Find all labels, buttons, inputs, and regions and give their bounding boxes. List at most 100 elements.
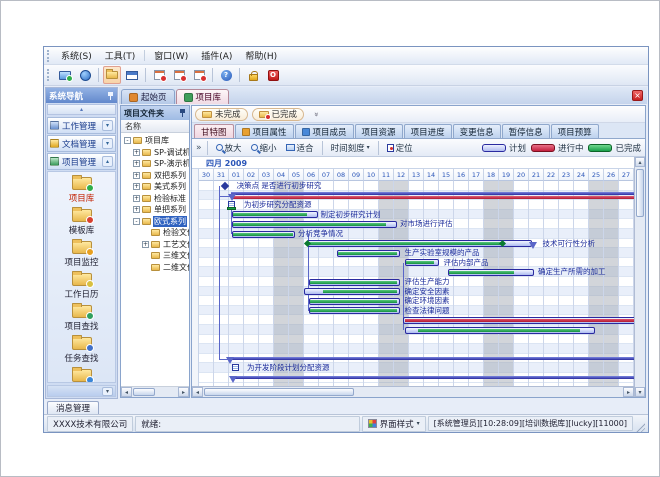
filter-finished-button[interactable]: 已完成 [252, 108, 305, 121]
tab-changes[interactable]: 变更信息 [453, 124, 501, 138]
sidebar-group-work-manage[interactable]: 工作管理▾ [47, 117, 116, 134]
scroll-down-icon[interactable]: ▾ [635, 387, 645, 397]
tree-column-header[interactable]: 名称 [121, 120, 189, 133]
tab-gantt[interactable]: 甘特图 [194, 124, 234, 138]
tree-node-double-handle-series[interactable]: +双把系列 [123, 170, 189, 182]
tree-node-european-series[interactable]: -欧式系列 [123, 216, 189, 228]
sidebar-item-work-calendar[interactable]: 工作日历 [48, 271, 115, 303]
scroll-right-icon[interactable]: ▸ [623, 387, 634, 397]
sidebar-item-project-monitor[interactable]: 项目监控 [48, 239, 115, 271]
sidebar-item-template-library[interactable]: 模板库 [48, 207, 115, 239]
sidebar-collapse-button[interactable]: ▴ [47, 104, 116, 115]
sidebar-item-task-search[interactable]: 任务查找 [48, 335, 115, 367]
milestone-diamond[interactable] [220, 181, 228, 189]
zoom-in-button[interactable]: 放大 [213, 141, 245, 155]
time-scale-button[interactable]: 时间刻度▾ [328, 141, 373, 155]
filter-unfinished-button[interactable]: 未完成 [195, 108, 248, 121]
tree-expander-icon[interactable]: + [133, 172, 140, 179]
scrollbar-thumb[interactable] [133, 388, 155, 396]
chevron-down-icon[interactable]: ▾ [102, 120, 113, 131]
tree-node-sp-debug-series[interactable]: +SP-调试机系 [123, 147, 189, 159]
toolbar-overflow-icon[interactable]: » [196, 143, 202, 153]
chevron-down-icon[interactable]: ▾ [102, 138, 113, 149]
tree-node-process-files[interactable]: +工艺文件 [123, 239, 189, 251]
task-bar[interactable] [448, 269, 534, 276]
scrollbar-thumb[interactable] [204, 388, 354, 396]
task-bar[interactable] [309, 298, 401, 305]
help-button[interactable] [217, 66, 235, 84]
chevron-up-icon[interactable]: ▴ [102, 156, 113, 167]
menu-item[interactable]: 窗口(W) [148, 47, 194, 64]
task-bar[interactable] [309, 279, 401, 286]
tree-node-sp-demo-series[interactable]: +SP-演示机系 [123, 158, 189, 170]
folder-window-button[interactable] [103, 66, 121, 84]
summary-bar[interactable] [232, 376, 634, 379]
monitor-button[interactable] [56, 66, 74, 84]
task-bar[interactable] [405, 259, 440, 266]
tab-progress[interactable]: 项目进度 [404, 124, 452, 138]
lock-button[interactable] [244, 66, 262, 84]
task-bar[interactable] [405, 327, 596, 334]
fit-button[interactable]: 适合 [283, 141, 317, 155]
exit-button[interactable] [264, 66, 282, 84]
tree-node-single-handle-series[interactable]: +单把系列 [123, 204, 189, 216]
menu-item[interactable]: 工具(T) [99, 47, 142, 64]
tree-expander-icon[interactable]: - [133, 218, 140, 225]
scroll-up-icon[interactable]: ▴ [635, 157, 645, 167]
tree-expander-icon[interactable]: + [133, 160, 140, 167]
task-bar[interactable] [304, 288, 400, 295]
menu-item[interactable]: 系统(S) [55, 47, 98, 64]
tree-expander-icon[interactable]: + [133, 149, 140, 156]
tree-scrollbar[interactable]: ◂ ▸ [121, 386, 189, 397]
tab-properties[interactable]: 项目属性 [235, 124, 294, 138]
horizontal-scrollbar[interactable]: ◂ ▸ [192, 386, 634, 397]
sidebar-group-project-manage[interactable]: 项目管理▴ [47, 153, 116, 170]
tree-expander-icon[interactable]: + [133, 195, 140, 202]
task-bar[interactable] [309, 307, 401, 314]
task-doc-icon[interactable] [232, 364, 239, 371]
tab-pauses[interactable]: 暂停信息 [502, 124, 550, 138]
task-bar[interactable] [403, 317, 634, 324]
tree-node-project-library-root[interactable]: -项目库 [123, 135, 189, 147]
filter-overflow-button[interactable]: » [308, 108, 324, 121]
project-new-button[interactable] [150, 66, 168, 84]
tree-expander-icon[interactable]: + [133, 206, 140, 213]
tab-budget[interactable]: 项目预算 [551, 124, 599, 138]
summary-bar[interactable] [229, 357, 634, 360]
layout-window-button[interactable] [123, 66, 141, 84]
tab-resources[interactable]: 项目资源 [355, 124, 403, 138]
menu-item[interactable]: 插件(A) [195, 47, 238, 64]
sidebar-item-project-doc-search[interactable]: 项目文档查找 [48, 367, 115, 383]
tree-expander-icon[interactable]: + [142, 241, 149, 248]
locate-button[interactable]: 定位 [384, 141, 416, 155]
tree-expander-icon[interactable]: + [133, 183, 140, 190]
pin-icon[interactable] [179, 109, 186, 117]
tree-node-3d-files[interactable]: 三维文件 [123, 250, 189, 262]
scroll-right-icon[interactable]: ▸ [178, 387, 189, 397]
pin-icon[interactable] [107, 92, 114, 100]
close-icon[interactable]: × [632, 90, 643, 101]
tree-node-inspection-files[interactable]: 检验文件 [123, 227, 189, 239]
project-open-button[interactable] [170, 66, 188, 84]
scrollbar-thumb[interactable] [636, 169, 644, 217]
project-delete-button[interactable] [190, 66, 208, 84]
tree-node-american-series[interactable]: +美式系列 [123, 181, 189, 193]
resize-grip[interactable] [635, 422, 645, 432]
scroll-left-icon[interactable]: ◂ [192, 387, 203, 397]
sidebar-overflow[interactable]: ▾ [47, 385, 116, 397]
tree-expander-icon[interactable]: - [124, 137, 131, 144]
vertical-scrollbar[interactable]: ▴ ▾ [634, 157, 645, 397]
sidebar-item-project-search[interactable]: 项目查找 [48, 303, 115, 335]
task-bar[interactable] [337, 250, 400, 257]
task-bar[interactable] [232, 221, 397, 228]
task-bar[interactable] [232, 211, 318, 218]
tree-node-2d-files[interactable]: 二维文件 [123, 262, 189, 274]
tab-members[interactable]: 项目成员 [295, 124, 354, 138]
doctab-project-library[interactable]: 项目库 [176, 89, 230, 104]
ui-style-selector[interactable]: 界面样式 ▾ [362, 416, 426, 432]
menu-item[interactable]: 帮助(H) [239, 47, 283, 64]
globe-button[interactable] [76, 66, 94, 84]
tab-message-manage[interactable]: 消息管理 [47, 401, 99, 414]
sidebar-group-doc-manage[interactable]: 文档管理▾ [47, 135, 116, 152]
zoom-out-button[interactable]: 缩小 [248, 141, 280, 155]
